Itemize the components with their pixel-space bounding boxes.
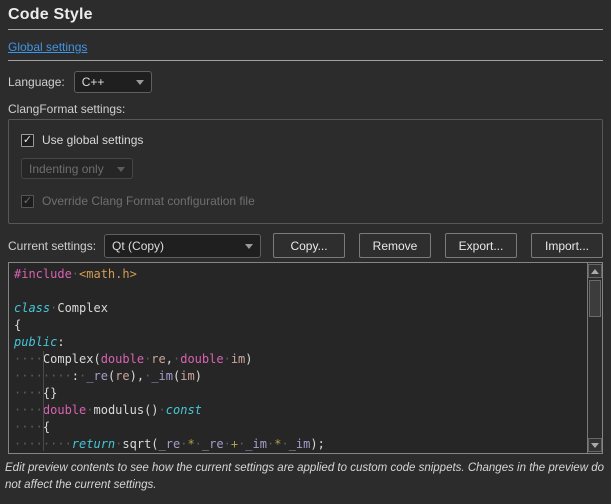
code-line: class·Complex	[14, 300, 584, 317]
code-line: ········:·_re(re),·_im(im)	[14, 368, 584, 385]
current-settings-label: Current settings:	[8, 239, 96, 253]
global-settings-link[interactable]: Global settings	[8, 40, 87, 54]
code-preview-editor[interactable]: #include·<math.h> class·Complex{public:·…	[8, 262, 603, 454]
code-line: #include·<math.h>	[14, 266, 584, 283]
code-line	[14, 283, 584, 300]
override-config-row: Override Clang Format configuration file	[21, 194, 590, 208]
current-settings-value: Qt (Copy)	[112, 239, 164, 253]
code-line: public:	[14, 334, 584, 351]
scrollbar-thumb[interactable]	[589, 280, 601, 317]
code-line: {	[14, 317, 584, 334]
language-select[interactable]: C++	[74, 71, 152, 93]
page-title: Code Style	[8, 6, 603, 24]
code-line: ········return·sqrt(_re·*·_re·+·_im·*·_i…	[14, 436, 584, 453]
code-line: ····{	[14, 419, 584, 436]
clangformat-settings-label: ClangFormat settings:	[8, 102, 603, 116]
override-config-label: Override Clang Format configuration file	[42, 194, 255, 208]
chevron-down-icon	[117, 167, 125, 172]
triangle-down-icon	[591, 443, 599, 448]
footer-note: Edit preview contents to see how the cur…	[5, 460, 604, 495]
triangle-up-icon	[591, 269, 599, 274]
clangformat-group: Use global settings Indenting only Overr…	[8, 119, 603, 224]
copy-button[interactable]: Copy...	[273, 233, 345, 258]
formatting-mode-value: Indenting only	[29, 162, 104, 176]
language-value: C++	[82, 75, 105, 89]
use-global-settings-label: Use global settings	[42, 133, 143, 147]
export-button[interactable]: Export...	[445, 233, 517, 258]
remove-button[interactable]: Remove	[359, 233, 431, 258]
use-global-settings-row: Use global settings	[21, 133, 590, 147]
import-button[interactable]: Import...	[531, 233, 603, 258]
code-line: ····double·modulus()·const	[14, 402, 584, 419]
current-settings-row: Current settings: Qt (Copy) Copy... Remo…	[8, 233, 603, 258]
chevron-down-icon	[245, 244, 253, 249]
indent-guide	[43, 351, 44, 451]
language-label: Language:	[8, 75, 65, 89]
editor-scrollbar[interactable]	[587, 263, 602, 453]
code-line: ····Complex(double·re,·double·im)	[14, 351, 584, 368]
formatting-mode-select: Indenting only	[21, 158, 133, 179]
link-separator	[8, 60, 603, 61]
code-style-settings-page: Code Style Global settings Language: C++…	[0, 6, 611, 504]
current-settings-select[interactable]: Qt (Copy)	[104, 234, 261, 258]
code-line: ····{}	[14, 385, 584, 402]
use-global-settings-checkbox[interactable]	[21, 134, 34, 147]
title-separator	[8, 29, 603, 30]
code-preview-content: #include·<math.h> class·Complex{public:·…	[14, 266, 584, 453]
scroll-down-button[interactable]	[588, 438, 602, 452]
chevron-down-icon	[136, 80, 144, 85]
language-row: Language: C++	[8, 71, 603, 93]
scroll-up-button[interactable]	[588, 264, 602, 278]
override-config-checkbox	[21, 195, 34, 208]
